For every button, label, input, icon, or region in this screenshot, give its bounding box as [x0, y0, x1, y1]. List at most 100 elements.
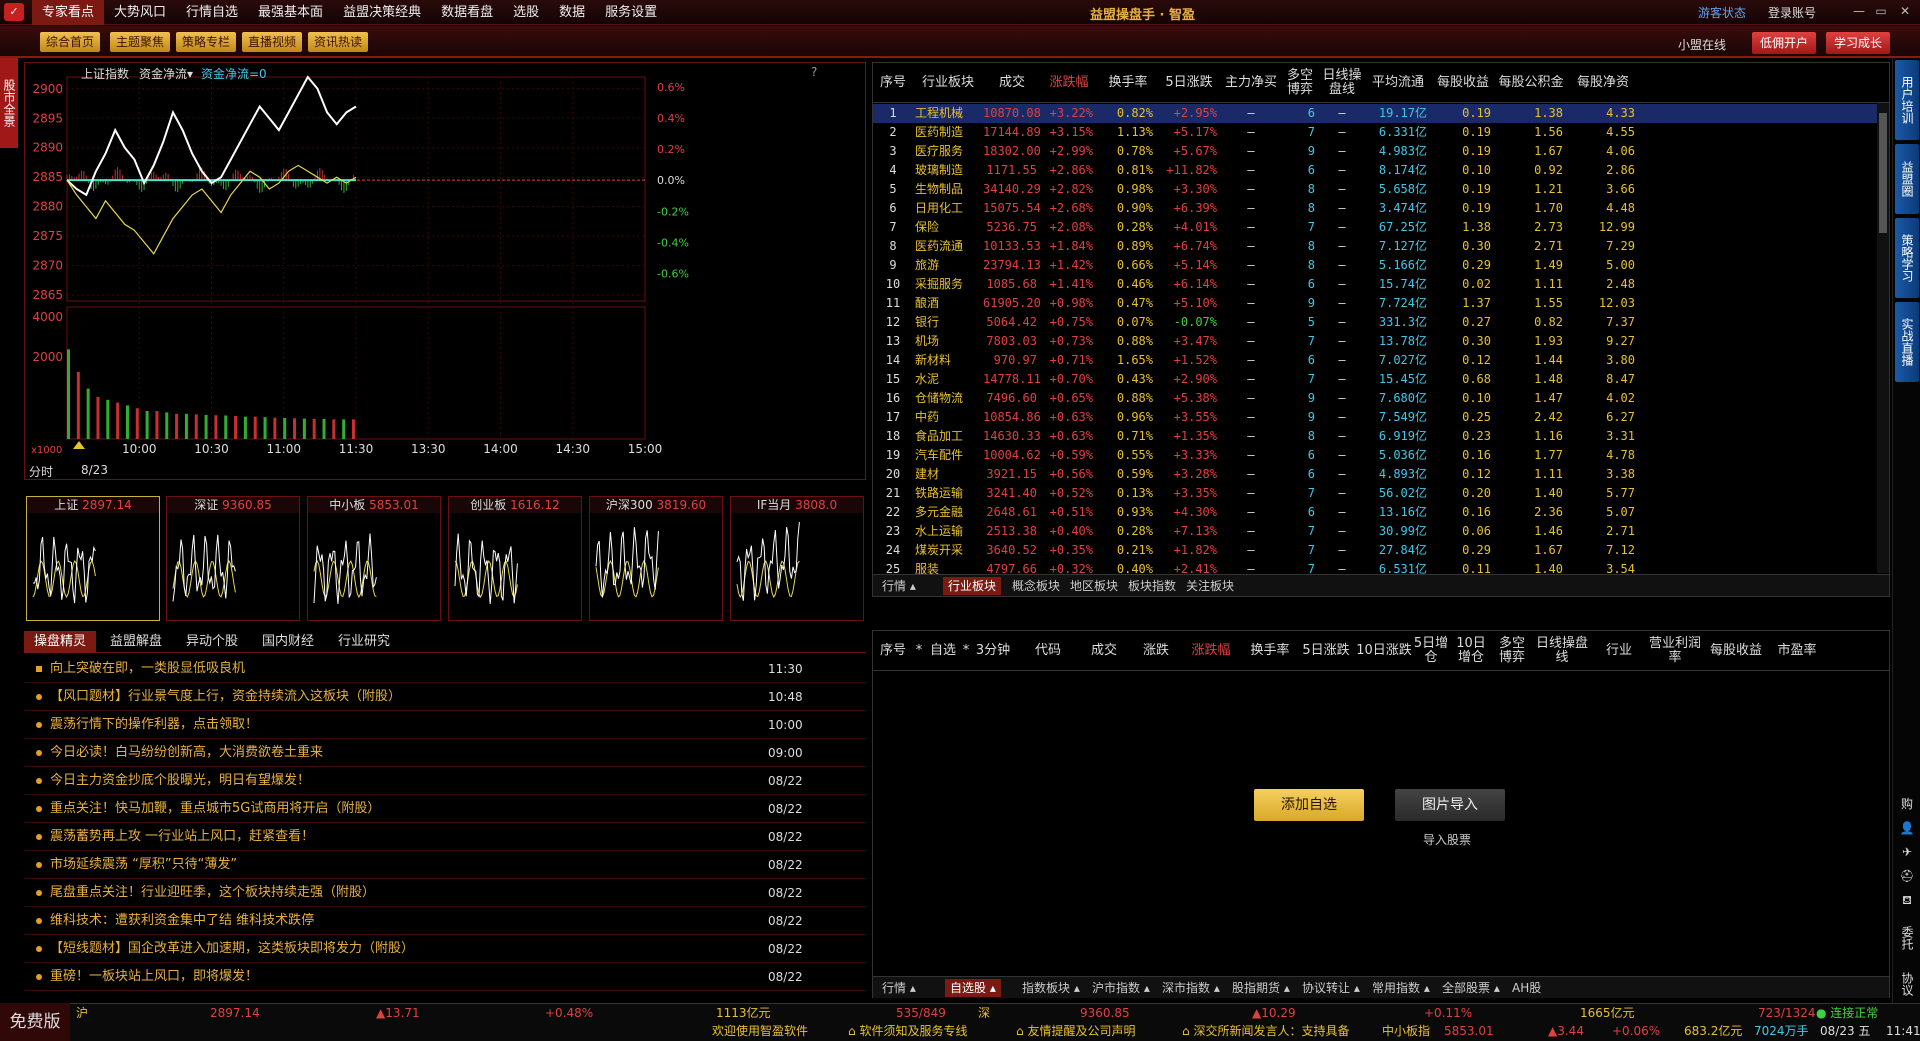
news-item[interactable]: 【短线题材】国企改革进入加速期，这类板块即将发力（附股） 08/22 [24, 935, 866, 963]
live-trading-tab[interactable]: 实战直播 [1895, 302, 1919, 382]
table-row[interactable]: 21 铁路运输 3241.40 +0.52% 0.13% +3.35% — 7 — 56.02亿 0… [873, 484, 1889, 503]
notice-link-1[interactable]: ⌂ 软件须知及服务专线 [848, 1022, 967, 1041]
online-assistant[interactable]: 小盟在线 [1678, 36, 1726, 53]
table-row[interactable]: 20 建材 3921.15 +0.56% 0.59% +3.28% — 6 — 4.893亿 0.1… [873, 465, 1889, 484]
watch-col-header[interactable]: 涨跌幅 [1181, 631, 1241, 671]
watch-col-header[interactable]: 营业利润率 [1647, 631, 1703, 671]
send-icon[interactable]: ✈ [1897, 842, 1917, 862]
watch-col-header[interactable]: 市盈率 [1767, 631, 1827, 671]
watch-tab[interactable]: 常用指数 ▴ [1367, 979, 1435, 997]
agreement-icon[interactable]: 协议 [1897, 964, 1917, 1004]
add-watchlist-button[interactable]: 添加自选 [1254, 789, 1364, 821]
table-row[interactable]: 16 仓储物流 7496.60 +0.65% 0.88% +5.38% — 9 — 7.680亿 0… [873, 389, 1889, 408]
sector-scrollbar[interactable] [1877, 103, 1889, 573]
help-icon[interactable]: ? [811, 65, 817, 79]
intraday-chart[interactable]: 2900 2895 2890 2885 2880 2875 2870 2865 0.6% 0.4%… [25, 63, 867, 481]
open-account-button[interactable]: 低佣开户 [1752, 32, 1817, 54]
col-header[interactable]: 每股净资 [1567, 63, 1639, 103]
col-header[interactable]: 日线操盘线 [1319, 63, 1365, 103]
table-row[interactable]: 2 医药制造 17144.89 +3.15% 1.13% +5.17% — 7 — 6.331亿 0… [873, 123, 1889, 142]
table-row[interactable]: 18 食品加工 14630.33 +0.63% 0.71% +1.35% — 8 — 6.919亿… [873, 427, 1889, 446]
table-row[interactable]: 6 日用化工 15075.54 +2.68% 0.90% +6.39% — 8 — 3.474亿 0… [873, 199, 1889, 218]
sector-tab[interactable]: 关注板块 [1181, 577, 1239, 595]
watch-tab[interactable]: 指数板块 ▴ [1017, 979, 1085, 997]
watch-tab[interactable]: 沪市指数 ▴ [1087, 979, 1155, 997]
table-row[interactable]: 7 保险 5236.75 +2.08% 0.28% +4.01% — 7 — 67.25亿 1.38… [873, 218, 1889, 237]
minimize-icon[interactable]: — [1850, 4, 1868, 20]
watch-col-header[interactable]: 5日增仓 [1411, 631, 1451, 671]
watch-col-header[interactable]: 换手率 [1243, 631, 1297, 671]
col-header[interactable]: 涨跌幅 [1041, 63, 1097, 103]
watch-col-header[interactable]: 5日涨跌 [1297, 631, 1355, 671]
news-item[interactable]: 向上突破在即，一类股显低吸良机 11:30 [24, 655, 866, 683]
entrust-icon[interactable]: 委托 [1897, 918, 1917, 958]
tab-industry-research[interactable]: 行业研究 [328, 631, 400, 653]
news-hot-button[interactable]: 资讯热读 [308, 32, 369, 52]
col-header[interactable]: 每股收益 [1431, 63, 1495, 103]
watch-col-header[interactable]: 每股收益 [1705, 631, 1767, 671]
table-row[interactable]: 19 汽车配件 10004.62 +0.59% 0.55% +3.33% — 6 — 5.036亿… [873, 446, 1889, 465]
table-row[interactable]: 23 水上运输 2513.38 +0.40% 0.28% +7.13% — 7 — 30.99亿 0… [873, 522, 1889, 541]
menu-item-data[interactable]: 数据 [549, 0, 595, 25]
helmet-icon[interactable]: ⛑ [1897, 866, 1917, 886]
menu-item-trend[interactable]: 大势风口 [104, 0, 176, 25]
news-item[interactable]: 维科技术：遭获利资金集中了结 维科技术跌停 08/22 [24, 907, 866, 935]
menu-item-settings[interactable]: 服务设置 [595, 0, 667, 25]
sector-tab[interactable]: 地区板块 [1065, 577, 1123, 595]
table-row[interactable]: 10 采掘服务 1085.68 +1.41% 0.46% +6.14% — 6 — 15.74亿 0… [873, 275, 1889, 294]
menu-item-decision[interactable]: 益盟决策经典 [333, 0, 431, 25]
market-overview-tab[interactable]: 股市全景 [0, 58, 18, 148]
mini-chart-chinext[interactable]: 创业板 1616.12 [448, 496, 582, 621]
watch-col-header[interactable]: 序号 [873, 631, 913, 671]
sector-tab[interactable]: 板块指数 [1123, 577, 1181, 595]
mini-chart-shenzhen[interactable]: 深证 9360.85 [166, 496, 300, 621]
maximize-icon[interactable]: ▭ [1872, 4, 1890, 20]
news-item[interactable]: 震荡蓄势再上攻 一行业站上风口，赶紧查看！ 08/22 [24, 823, 866, 851]
free-version-badge[interactable]: 免费版 [0, 1003, 70, 1041]
mini-chart-sme[interactable]: 中小板 5853.01 [307, 496, 441, 621]
buy-icon[interactable]: 购 [1897, 794, 1917, 814]
tab-domestic-finance[interactable]: 国内财经 [252, 631, 324, 653]
live-video-button[interactable]: 直播视频 [242, 32, 303, 52]
table-row[interactable]: 9 旅游 23794.13 +1.42% 0.66% +5.14% — 8 — 5.166亿 0.2… [873, 256, 1889, 275]
news-item[interactable]: 今日主力资金抄底个股曝光，明日有望爆发！ 08/22 [24, 767, 866, 795]
news-item[interactable]: 【风口题材】行业景气度上行，资金持续流入这板块（附股） 10:48 [24, 683, 866, 711]
topic-button[interactable]: 主题聚焦 [110, 32, 171, 52]
watch-col-header[interactable]: 涨跌 [1129, 631, 1183, 671]
news-item[interactable]: 今日必读！白马纷纷创新高，大消费欲卷土重来 09:00 [24, 739, 866, 767]
home-button[interactable]: 综合首页 [40, 32, 101, 52]
user-icon[interactable]: 👤 [1897, 818, 1917, 838]
tab-unusual-stocks[interactable]: 异动个股 [176, 631, 248, 653]
col-header[interactable]: 主力净买 [1221, 63, 1281, 103]
tab-trading-spirit[interactable]: 操盘精灵 [24, 631, 97, 653]
mini-chart-hs300[interactable]: 沪深300 3819.60 [589, 496, 723, 621]
sector-tab[interactable]: 行业板块 [943, 577, 1002, 595]
col-header[interactable]: 5日涨跌 [1157, 63, 1221, 103]
table-row[interactable]: 15 水泥 14778.11 +0.70% 0.43% +2.90% — 7 — 15.45亿 0.… [873, 370, 1889, 389]
table-row[interactable]: 22 多元金融 2648.61 +0.51% 0.93% +4.30% — 6 — 13.16亿 0… [873, 503, 1889, 522]
col-header[interactable]: 每股公积金 [1495, 63, 1567, 103]
strategy-learn-tab[interactable]: 策略学习 [1895, 218, 1919, 298]
menu-item-expert[interactable]: 专家看点 [32, 0, 105, 25]
table-row[interactable]: 17 中药 10854.86 +0.63% 0.96% +3.55% — 9 — 7.549亿 0.… [873, 408, 1889, 427]
watch-col-header[interactable]: 自选 [925, 631, 961, 671]
table-row[interactable]: 24 煤炭开采 3640.52 +0.35% 0.21% +1.82% — 7 — 27.84亿 0… [873, 541, 1889, 560]
table-row[interactable]: 11 酿酒 61905.20 +0.98% 0.47% +5.10% — 9 — 7.724亿 1.… [873, 294, 1889, 313]
tab-market-analysis[interactable]: 益盟解盘 [100, 631, 172, 653]
watch-col-header[interactable]: 行业 [1591, 631, 1647, 671]
close-icon[interactable]: ✕ [1896, 4, 1914, 20]
table-row[interactable]: 4 玻璃制造 1171.55 +2.86% 0.81% +11.82% — 6 — 8.174亿 0… [873, 161, 1889, 180]
guest-status[interactable]: 游客状态 [1698, 4, 1746, 21]
community-tab[interactable]: 益盟圈 [1895, 144, 1919, 214]
watch-tab[interactable]: 深市指数 ▴ [1157, 979, 1225, 997]
menu-item-data-board[interactable]: 数据看盘 [431, 0, 503, 25]
table-row[interactable]: 1 工程机械 10870.08 +3.22% 0.82% +2.95% — 6 — 19.17亿 0… [873, 104, 1889, 123]
watch-tab[interactable]: 股指期货 ▴ [1227, 979, 1295, 997]
watch-col-header[interactable]: 3分钟 [969, 631, 1017, 671]
watch-tab[interactable]: 行情 ▴ [877, 979, 921, 997]
col-header[interactable]: 行业板块 [913, 63, 983, 103]
tool-icon[interactable]: ⛾ [1897, 890, 1917, 910]
watch-tab[interactable]: 全部股票 ▴ [1437, 979, 1505, 997]
col-header[interactable]: 多空博弈 [1281, 63, 1319, 103]
col-header[interactable]: 换手率 [1099, 63, 1157, 103]
